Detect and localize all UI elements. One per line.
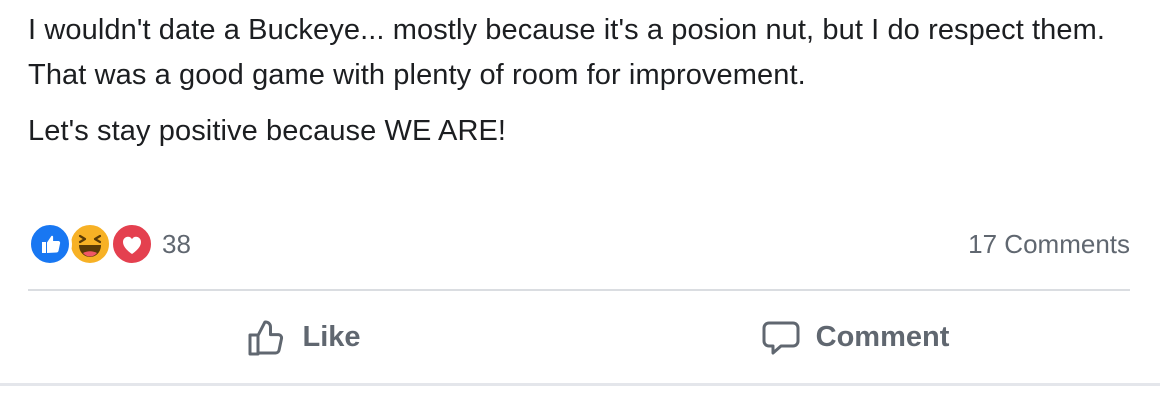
divider (28, 289, 1130, 291)
speech-bubble-icon (760, 316, 802, 358)
post-paragraph-1: I wouldn't date a Buckeye... mostly beca… (28, 14, 1106, 91)
thumbs-up-icon (246, 316, 288, 358)
like-reaction-icon (28, 222, 72, 266)
post-paragraph-2: Let's stay positive because WE ARE! (28, 115, 507, 147)
bottom-divider (0, 383, 1160, 386)
reactions-bar: 38 17 Comments (28, 222, 1130, 266)
reaction-icons[interactable] (28, 222, 158, 266)
post-text: I wouldn't date a Buckeye... mostly beca… (28, 8, 1108, 154)
haha-reaction-icon (68, 222, 112, 266)
facebook-post: I wouldn't date a Buckeye... mostly beca… (0, 0, 1160, 408)
love-reaction-icon (110, 222, 154, 266)
reaction-count[interactable]: 38 (162, 227, 191, 261)
comment-button[interactable]: Comment (579, 292, 1130, 382)
comment-label: Comment (815, 320, 950, 353)
like-label: Like (302, 320, 361, 353)
comments-count-link[interactable]: 17 Comments (968, 227, 1130, 261)
like-button[interactable]: Like (28, 292, 579, 382)
post-actions: Like Comment (28, 292, 1130, 382)
